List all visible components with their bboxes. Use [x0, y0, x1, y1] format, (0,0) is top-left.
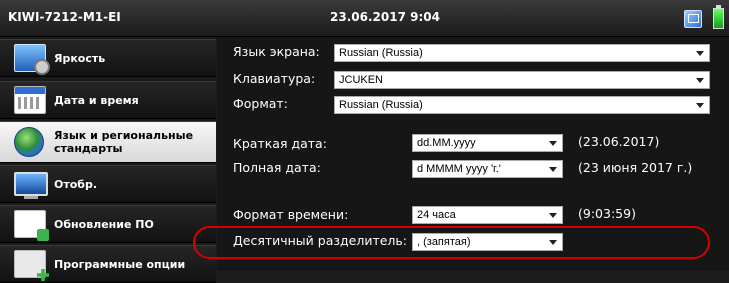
sidebar-item-software-options[interactable]: Программные опции — [0, 245, 216, 283]
chevron-down-icon — [549, 141, 557, 146]
chevron-down-icon — [696, 103, 704, 108]
sidebar-item-label: Программные опции — [54, 257, 186, 271]
short-date-select[interactable]: dd.MM.yyyy — [412, 134, 563, 152]
sidebar-item-brightness[interactable]: Яркость — [0, 39, 216, 77]
display-language-label: Язык экрана: — [233, 44, 320, 59]
software-update-icon — [14, 210, 49, 241]
calendar-icon — [14, 86, 46, 114]
chevron-down-icon — [549, 167, 557, 172]
sidebar-item-label: Дата и время — [54, 93, 139, 107]
time-format-select[interactable]: 24 часа — [412, 206, 563, 224]
format-select[interactable]: Russian (Russia) — [334, 96, 710, 114]
device-name: KIWI-7212-M1-EI — [8, 10, 121, 24]
software-options-icon — [14, 250, 46, 278]
short-date-value: dd.MM.yyyy — [417, 137, 476, 149]
window-icon[interactable] — [684, 10, 702, 28]
globe-icon — [14, 127, 44, 157]
format-label: Формат: — [233, 96, 288, 111]
time-format-label: Формат времени: — [233, 207, 349, 222]
battery-icon — [713, 5, 724, 29]
long-date-select[interactable]: d MMMM yyyy 'г.' — [412, 160, 563, 178]
display-language-value: Russian (Russia) — [339, 47, 423, 59]
title-bar: KIWI-7212-M1-EI 23.06.2017 9:04 — [0, 0, 729, 37]
sidebar: Яркость Дата и время Язык и региональные… — [0, 37, 216, 283]
keyboard-select[interactable]: JCUKEN — [334, 71, 710, 89]
display-language-select[interactable]: Russian (Russia) — [334, 44, 710, 62]
time-format-preview: (9:03:59) — [578, 206, 636, 221]
brightness-icon — [14, 44, 50, 75]
long-date-value: d MMMM yyyy 'г.' — [417, 163, 501, 175]
sidebar-item-language-region[interactable]: Язык и региональные стандарты — [0, 121, 216, 163]
current-datetime: 23.06.2017 9:04 — [330, 10, 440, 24]
highlight-annotation — [193, 226, 710, 259]
display-icon — [14, 172, 48, 199]
chevron-down-icon — [696, 78, 704, 83]
sidebar-item-display[interactable]: Отобр. — [0, 165, 216, 203]
time-format-value: 24 часа — [417, 209, 456, 221]
keyboard-value: JCUKEN — [339, 74, 384, 86]
sidebar-item-software-update[interactable]: Обновление ПО — [0, 205, 216, 243]
sidebar-item-label: Язык и региональные стандарты — [54, 129, 194, 155]
long-date-label: Полная дата: — [233, 160, 321, 175]
keyboard-label: Клавиатура: — [233, 71, 316, 86]
format-value: Russian (Russia) — [339, 99, 423, 111]
sidebar-item-label: Обновление ПО — [54, 217, 154, 231]
chevron-down-icon — [696, 51, 704, 56]
short-date-label: Краткая дата: — [233, 136, 327, 151]
sidebar-item-date-time[interactable]: Дата и время — [0, 81, 216, 119]
long-date-preview: (23 июня 2017 г.) — [578, 160, 693, 175]
short-date-preview: (23.06.2017) — [578, 134, 660, 149]
sidebar-item-label: Отобр. — [54, 177, 98, 191]
sidebar-item-label: Яркость — [54, 51, 106, 65]
chevron-down-icon — [549, 213, 557, 218]
